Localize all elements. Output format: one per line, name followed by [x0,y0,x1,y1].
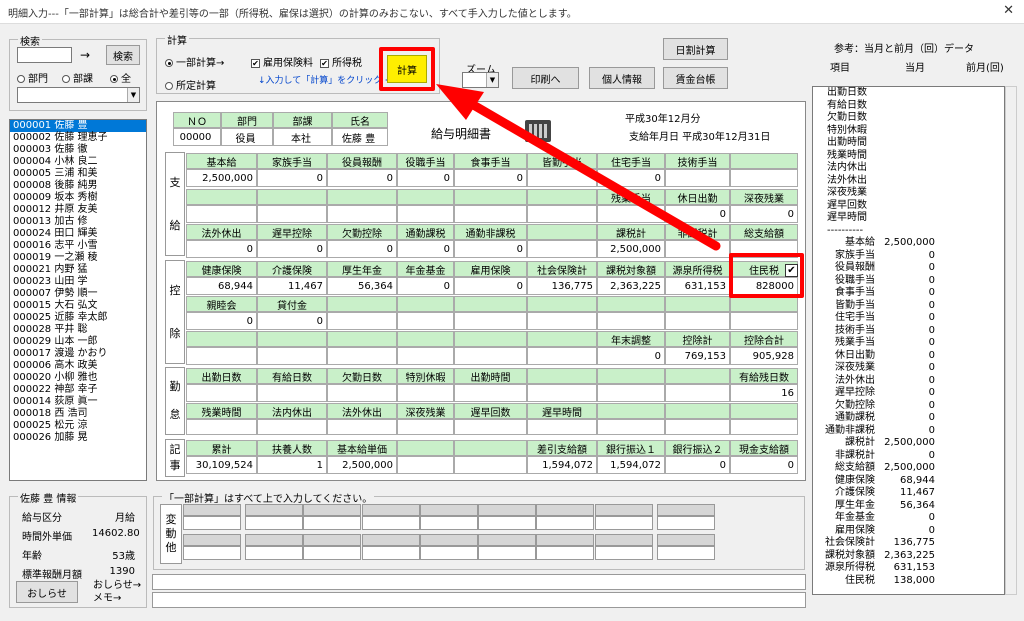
variable-header-cell[interactable] [245,534,303,546]
variable-header-cell[interactable] [183,534,241,546]
info-value: 53歳 [112,551,135,562]
variable-header-cell[interactable] [183,504,241,516]
info-label: 給与区分 [22,513,62,524]
variable-value-cell[interactable] [420,546,478,560]
memo-field-2[interactable] [152,592,806,608]
variable-header-cell[interactable] [362,504,420,516]
variable-value-cell[interactable] [303,516,361,530]
variable-value-cell[interactable] [595,516,653,530]
variable-header-cell[interactable] [595,504,653,516]
variable-header-cell[interactable] [303,534,361,546]
variable-header-cell[interactable] [657,534,715,546]
variable-value-cell[interactable] [478,516,536,530]
variable-header-cell[interactable] [420,534,478,546]
variable-header-cell[interactable] [536,504,594,516]
memo-link[interactable]: おしらせ→ メモ→ [93,579,141,605]
variable-value-cell[interactable] [362,516,420,530]
partial-note-label: 「一部計算」はすべて上で入力してください。 [162,490,375,505]
variable-header-cell[interactable] [478,504,536,516]
info-group-label: 佐藤 豊 情報 [18,490,79,505]
variable-header-cell[interactable] [536,534,594,546]
variable-header-cell[interactable] [420,504,478,516]
variable-header-cell[interactable] [478,534,536,546]
variable-value-cell[interactable] [183,546,241,560]
variable-header-cell[interactable] [245,504,303,516]
info-label: 時間外単価 [22,532,72,543]
variable-value-cell[interactable] [657,546,715,560]
variable-value-cell[interactable] [595,546,653,560]
variable-value-cell[interactable] [245,546,303,560]
variable-section-label: 変動他 [160,504,182,564]
notice-button[interactable]: おしらせ [16,581,78,603]
info-value: 14602.80 [92,528,140,539]
info-label: 年齢 [22,551,42,562]
variable-value-cell[interactable] [657,516,715,530]
variable-header-cell[interactable] [595,534,653,546]
variable-header-cell[interactable] [657,504,715,516]
variable-value-cell[interactable] [536,516,594,530]
variable-value-cell[interactable] [478,546,536,560]
memo-field-1[interactable] [152,574,806,590]
variable-value-cell[interactable] [536,546,594,560]
variable-value-cell[interactable] [183,516,241,530]
variable-value-cell[interactable] [303,546,361,560]
info-value: 月給 [115,513,135,524]
variable-header-cell[interactable] [303,504,361,516]
variable-value-cell[interactable] [362,546,420,560]
info-value: 1390 [109,566,135,577]
info-label: 標準報酬月額 [22,570,82,581]
variable-header-cell[interactable] [362,534,420,546]
variable-value-cell[interactable] [420,516,478,530]
variable-value-cell[interactable] [245,516,303,530]
